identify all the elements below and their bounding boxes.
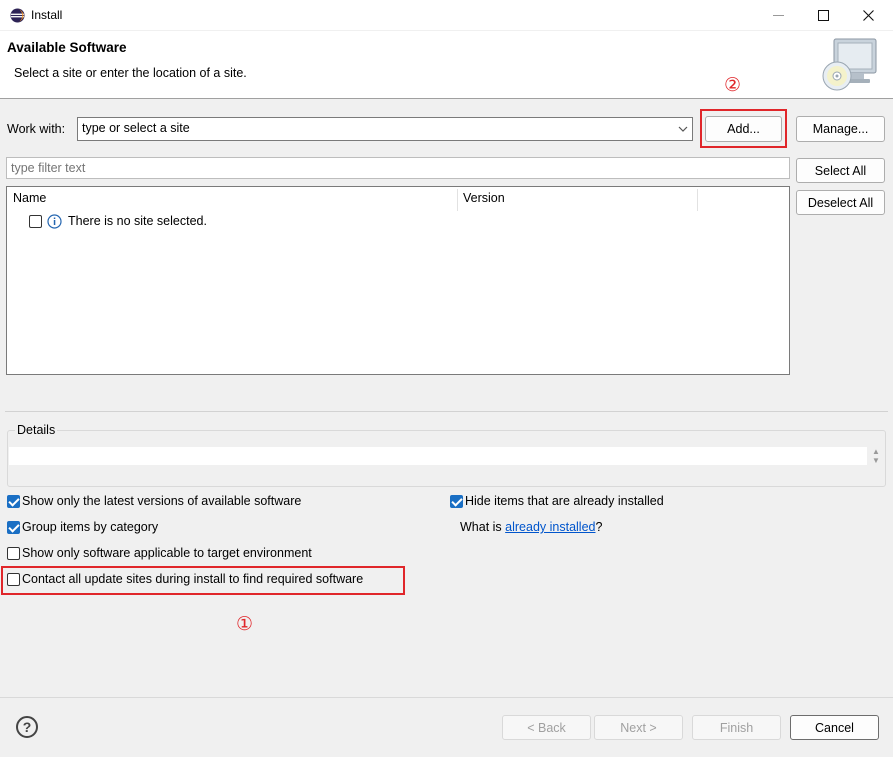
details-scrollbar[interactable]: ▲ ▼	[869, 447, 883, 467]
column-header-name[interactable]: Name	[7, 187, 457, 211]
details-text-area[interactable]	[9, 447, 867, 465]
add-site-button[interactable]: Add...	[705, 116, 782, 142]
latest-versions-label[interactable]: Show only the latest versions of availab…	[22, 494, 301, 508]
info-icon	[47, 214, 62, 229]
manage-sites-button[interactable]: Manage...	[796, 116, 885, 142]
hide-installed-label[interactable]: Hide items that are already installed	[465, 494, 664, 508]
annotation-mark-2: ②	[724, 75, 742, 96]
back-button[interactable]: < Back	[502, 715, 591, 740]
group-by-category-label[interactable]: Group items by category	[22, 520, 158, 534]
row-checkbox[interactable]	[29, 215, 42, 228]
group-by-category-checkbox[interactable]	[7, 521, 20, 534]
target-env-label[interactable]: Show only software applicable to target …	[22, 546, 312, 560]
details-label: Details	[15, 423, 58, 437]
work-with-combo[interactable]: type or select a site	[77, 117, 693, 141]
help-icon[interactable]: ?	[16, 716, 38, 738]
window-title: Install	[31, 8, 63, 22]
work-with-label: Work with:	[7, 122, 66, 136]
annotation-mark-1: ①	[236, 614, 254, 635]
next-button[interactable]: Next >	[594, 715, 683, 740]
hide-installed-checkbox[interactable]	[450, 495, 463, 508]
sash-divider[interactable]	[5, 411, 888, 412]
install-wizard-graphic-icon	[822, 38, 877, 91]
finish-button[interactable]: Finish	[692, 715, 781, 740]
wizard-header	[0, 31, 893, 99]
footer-separator	[0, 697, 893, 698]
column-separator[interactable]	[697, 189, 698, 211]
target-env-checkbox[interactable]	[7, 547, 20, 560]
tree-row-text: There is no site selected.	[68, 214, 207, 228]
tree-row[interactable]: There is no site selected.	[29, 214, 429, 232]
already-installed-link[interactable]: already installed	[505, 520, 595, 534]
page-description: Select a site or enter the location of a…	[14, 66, 247, 80]
filter-input[interactable]	[6, 157, 790, 179]
latest-versions-checkbox[interactable]	[7, 495, 20, 508]
page-title: Available Software	[7, 40, 127, 55]
close-icon[interactable]	[846, 0, 890, 31]
eclipse-app-icon	[10, 8, 25, 23]
cancel-button[interactable]: Cancel	[790, 715, 879, 740]
what-is-suffix: ?	[595, 520, 603, 534]
what-is-installed-text: What is already installed?	[460, 520, 602, 534]
deselect-all-button[interactable]: Deselect All	[796, 190, 885, 215]
contact-all-label[interactable]: Contact all update sites during install …	[22, 572, 363, 586]
minimize-icon[interactable]	[756, 0, 800, 31]
contact-all-checkbox[interactable]	[7, 573, 20, 586]
select-all-button[interactable]: Select All	[796, 158, 885, 183]
maximize-icon[interactable]	[801, 0, 845, 31]
software-tree[interactable]: Name Version There is no site selected.	[6, 186, 790, 375]
chevron-down-icon[interactable]	[678, 125, 688, 133]
column-header-version[interactable]: Version	[457, 187, 697, 211]
work-with-value: type or select a site	[82, 121, 190, 135]
what-is-prefix: What is	[460, 520, 506, 534]
